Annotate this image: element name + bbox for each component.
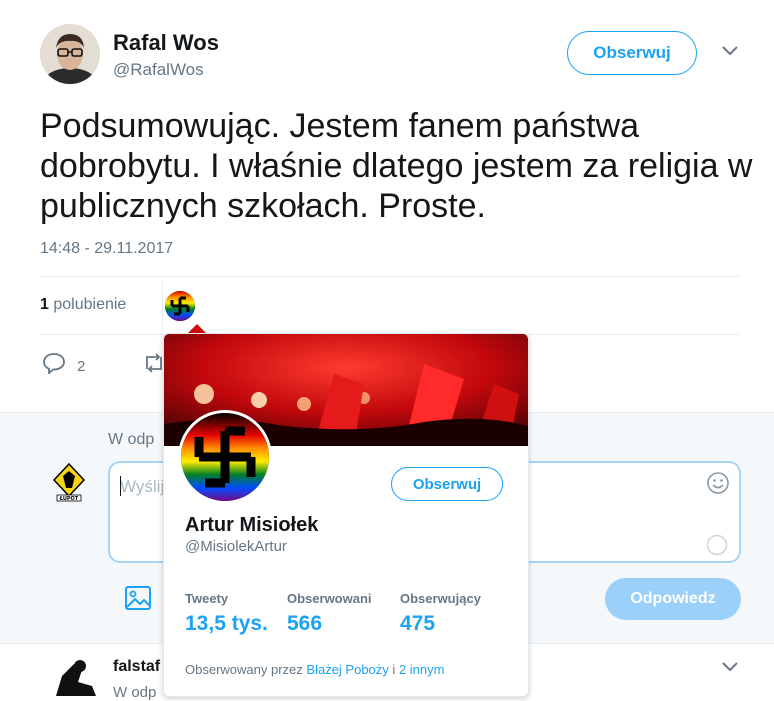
chevron-down-icon[interactable]: [720, 44, 740, 63]
stat-following-value[interactable]: 566: [287, 612, 322, 636]
emoji-icon[interactable]: [706, 471, 730, 500]
followed-by-prefix: Obserwowany przez: [185, 662, 303, 677]
author-avatar[interactable]: [40, 24, 100, 84]
reply-context: W odp: [113, 684, 157, 701]
svg-text:ŁUPOT: ŁUPOT: [59, 496, 79, 502]
reply-submit-button[interactable]: Odpowiedz: [605, 578, 741, 620]
profile-handle[interactable]: @MisiolekArtur: [185, 538, 287, 555]
profile-avatar[interactable]: [178, 410, 272, 504]
current-user-avatar[interactable]: ŁUPOT: [52, 462, 86, 502]
chevron-down-icon[interactable]: [720, 660, 740, 679]
stat-following-label[interactable]: Obserwowani: [287, 591, 372, 606]
reply-icon[interactable]: [42, 352, 66, 379]
liker-avatar[interactable]: [165, 291, 195, 321]
text-cursor: [120, 476, 121, 496]
followed-by-text: Obserwowany przez Błażej Poboży i 2 inny…: [185, 662, 444, 677]
likes-count: 1: [40, 296, 49, 313]
reply-author-name[interactable]: falstaf: [113, 658, 160, 676]
hover-card-follow-button[interactable]: Obserwuj: [391, 467, 503, 501]
tweet-timestamp[interactable]: 14:48 - 29.11.2017: [40, 240, 173, 258]
character-count-ring: [706, 534, 728, 561]
divider: [162, 281, 163, 331]
profile-name[interactable]: Artur Misiołek: [185, 514, 318, 537]
reply-to-label: W odp: [108, 431, 155, 448]
likes-stat[interactable]: 1 polubienie: [40, 296, 126, 314]
stat-tweets-value[interactable]: 13,5 tys.: [185, 612, 268, 636]
follow-button[interactable]: Obserwuj: [567, 31, 697, 75]
author-handle[interactable]: @RafalWos: [113, 60, 204, 80]
followed-by-mid: i: [392, 662, 396, 677]
followed-by-link[interactable]: Błażej Poboży: [306, 662, 388, 677]
divider: [40, 276, 740, 277]
reply-placeholder: Wyślij: [120, 477, 165, 496]
stat-followers-label[interactable]: Obserwujący: [400, 591, 481, 606]
stat-tweets-label[interactable]: Tweety: [185, 591, 228, 606]
followed-by-others-link[interactable]: 2 innym: [399, 662, 445, 677]
likes-label: polubienie: [53, 296, 127, 313]
image-icon[interactable]: [124, 585, 152, 616]
profile-hover-card: Obserwuj Artur Misiołek @MisiolekArtur T…: [163, 333, 529, 697]
author-name[interactable]: Rafal Wos: [113, 30, 219, 56]
reply-count: 2: [77, 358, 86, 375]
stat-followers-value[interactable]: 475: [400, 612, 435, 636]
reply-author-avatar[interactable]: [52, 656, 100, 696]
tweet-text: Podsumowując. Jestem fanem państwa dobro…: [40, 107, 753, 225]
